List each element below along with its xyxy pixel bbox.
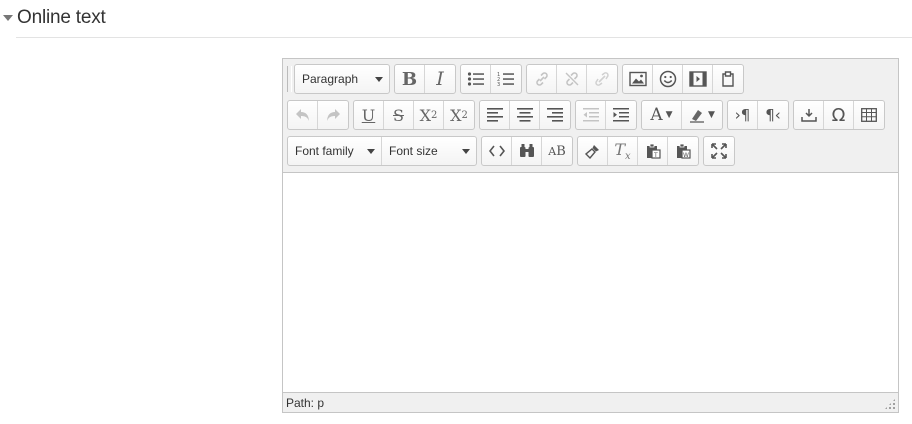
chevron-down-icon <box>375 76 383 82</box>
media-icon[interactable] <box>683 65 713 93</box>
align-group <box>479 100 571 130</box>
toolbar-row-1: Paragraph B I 123 <box>287 63 748 95</box>
paste-text-icon[interactable]: T <box>638 137 668 165</box>
paragraph-format-label: Paragraph <box>302 72 359 86</box>
bold-icon[interactable]: B <box>395 65 425 93</box>
align-left-icon[interactable] <box>480 101 510 129</box>
special-character-icon[interactable]: Ω <box>824 101 854 129</box>
color-group: A ▼ ▼ <box>641 100 723 130</box>
history-group <box>287 100 349 130</box>
collapse-caret-icon[interactable] <box>3 15 13 21</box>
remove-format-icon[interactable]: Tx <box>608 137 638 165</box>
toolbar-grip <box>287 66 292 92</box>
spellcheck-icon[interactable]: AB <box>542 137 572 165</box>
svg-text:T: T <box>653 152 658 159</box>
align-right-icon[interactable] <box>540 101 570 129</box>
emoticon-icon[interactable] <box>653 65 683 93</box>
toolbar-row-2: U S X2 X2 A ▼ ▼ ›¶ ¶‹ Ω <box>287 99 889 131</box>
section-title: Online text <box>17 7 106 28</box>
anchor-icon[interactable] <box>587 65 617 93</box>
section-divider <box>16 37 912 38</box>
list-group: 123 <box>460 64 522 94</box>
strikethrough-icon[interactable]: S <box>384 101 414 129</box>
unlink-icon[interactable] <box>557 65 587 93</box>
font-group: Font family Font size <box>287 136 477 166</box>
svg-text:W: W <box>683 152 689 159</box>
link-group <box>526 64 618 94</box>
editor-content-area[interactable] <box>283 173 898 392</box>
italic-icon[interactable]: I <box>425 65 455 93</box>
text-style-group: U S X2 X2 <box>353 100 475 130</box>
section-header[interactable]: Online text <box>0 4 106 32</box>
subscript-icon[interactable]: X2 <box>414 101 444 129</box>
rich-text-editor: Paragraph B I 123 U S X 2 X 2 A ▼ ▼ ›¶ ¶… <box>282 58 899 413</box>
status-path: Path: p <box>286 395 325 410</box>
search-replace-icon[interactable] <box>512 137 542 165</box>
insert-special-group: Ω <box>793 100 885 130</box>
ltr-icon[interactable]: ›¶ <box>728 101 758 129</box>
image-icon[interactable] <box>623 65 653 93</box>
numbered-list-icon[interactable]: 123 <box>491 65 521 93</box>
font-size-select[interactable]: Font size <box>382 137 476 165</box>
editor-toolbar: Paragraph B I 123 U S X 2 X 2 A ▼ ▼ ›¶ ¶… <box>283 59 898 173</box>
chevron-down-icon <box>367 148 375 154</box>
toolbar-row-3: Font family Font size AB Tx T W <box>287 135 739 167</box>
redo-icon[interactable] <box>318 101 348 129</box>
align-center-icon[interactable] <box>510 101 540 129</box>
chevron-down-icon <box>462 148 470 154</box>
editor-statusbar: Path: p <box>283 392 898 412</box>
font-size-label: Font size <box>389 144 438 158</box>
text-color-icon[interactable]: A ▼ <box>642 101 682 129</box>
superscript-icon[interactable]: X2 <box>444 101 474 129</box>
font-family-label: Font family <box>295 144 354 158</box>
outdent-icon[interactable] <box>576 101 606 129</box>
font-family-select[interactable]: Font family <box>288 137 382 165</box>
indent-group <box>575 100 637 130</box>
underline-icon[interactable]: U <box>354 101 384 129</box>
rtl-icon[interactable]: ¶‹ <box>758 101 788 129</box>
indent-icon[interactable] <box>606 101 636 129</box>
background-color-icon[interactable]: ▼ <box>682 101 722 129</box>
insert-group <box>622 64 744 94</box>
bullet-list-icon[interactable] <box>461 65 491 93</box>
paste-word-icon[interactable]: W <box>668 137 698 165</box>
cleanup-icon[interactable] <box>578 137 608 165</box>
view-group <box>703 136 735 166</box>
cleanup-group: Tx T W <box>577 136 699 166</box>
resize-handle-icon[interactable] <box>884 398 896 410</box>
fullscreen-icon[interactable] <box>704 137 734 165</box>
direction-group: ›¶ ¶‹ <box>727 100 789 130</box>
link-icon[interactable] <box>527 65 557 93</box>
style-group: B I <box>394 64 456 94</box>
svg-text:3: 3 <box>497 82 500 87</box>
manage-files-icon[interactable] <box>713 65 743 93</box>
table-icon[interactable] <box>854 101 884 129</box>
format-group: Paragraph <box>294 64 390 94</box>
paragraph-format-select[interactable]: Paragraph <box>295 65 389 93</box>
undo-icon[interactable] <box>288 101 318 129</box>
source-code-icon[interactable] <box>482 137 512 165</box>
tools-group: AB <box>481 136 573 166</box>
page-break-icon[interactable] <box>794 101 824 129</box>
